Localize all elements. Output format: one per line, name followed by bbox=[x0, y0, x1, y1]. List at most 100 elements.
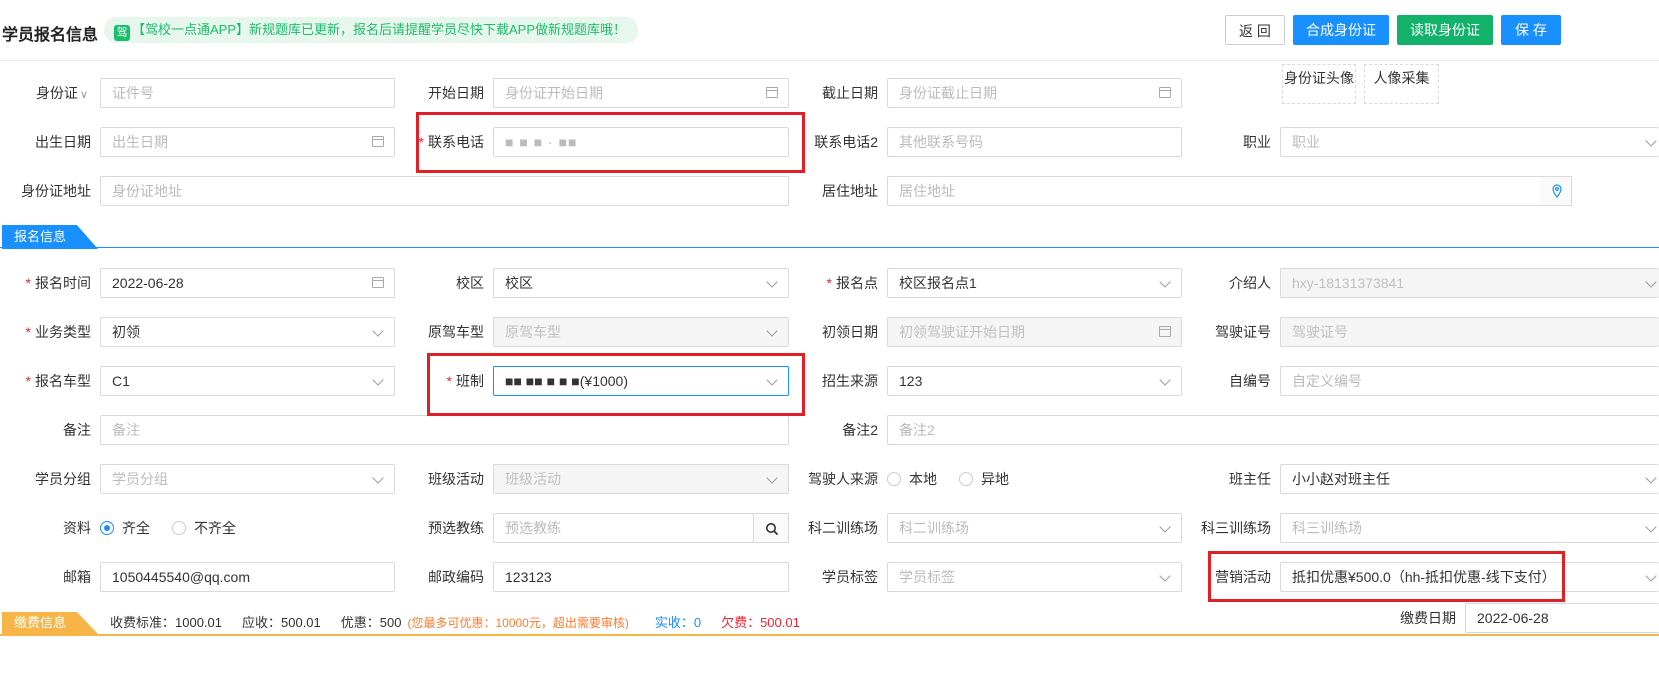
first-date-input: 初领驾驶证开始日期 bbox=[887, 317, 1182, 347]
job-select[interactable]: 职业 bbox=[1280, 127, 1659, 157]
coach-search-button[interactable] bbox=[753, 513, 789, 543]
residence-input[interactable]: 居住地址 bbox=[887, 176, 1541, 206]
save-button[interactable]: 保 存 bbox=[1501, 15, 1561, 45]
source-select[interactable]: 123 bbox=[887, 366, 1182, 396]
chevron-down-icon bbox=[372, 325, 384, 337]
custom-no-label: 自编号 bbox=[1229, 373, 1271, 389]
reg-point-label: * 报名点 bbox=[826, 275, 878, 291]
remark2-input[interactable]: 备注2 bbox=[887, 415, 1659, 445]
residence-label: 居住地址 bbox=[822, 183, 878, 199]
chevron-down-icon bbox=[766, 472, 778, 484]
calendar-icon bbox=[372, 277, 384, 288]
discount-note: (您最多可优惠：10000元，超出需要审核) bbox=[407, 616, 629, 630]
head-teacher-select[interactable]: 小小赵对班主任 bbox=[1280, 464, 1659, 494]
email-input[interactable]: 1050445540@qq.com bbox=[100, 562, 395, 592]
postcode-label: 邮政编码 bbox=[428, 569, 484, 585]
id-end-date-input[interactable]: 身份证截止日期 bbox=[887, 78, 1182, 108]
chevron-down-icon bbox=[1645, 135, 1657, 147]
postcode-input[interactable]: 123123 bbox=[493, 562, 789, 592]
group-select[interactable]: 学员分组 bbox=[100, 464, 395, 494]
remark-label: 备注 bbox=[63, 422, 91, 438]
birth-date-input[interactable]: 出生日期 bbox=[100, 127, 395, 157]
referrer-select: hxy-18131373841 bbox=[1280, 268, 1659, 298]
reg-time-input[interactable]: 2022-06-28 bbox=[100, 268, 395, 298]
compose-id-button[interactable]: 合成身份证 bbox=[1293, 15, 1389, 45]
radio-other-label: 异地 bbox=[981, 471, 1009, 487]
calendar-icon bbox=[372, 136, 384, 147]
start-date-label: 开始日期 bbox=[428, 85, 484, 101]
remark2-label: 备注2 bbox=[842, 422, 878, 438]
chevron-down-icon bbox=[372, 472, 384, 484]
section-underline bbox=[0, 247, 1659, 248]
campus-label: 校区 bbox=[456, 275, 484, 291]
class-select[interactable]: ■■ ■■ ■ ■ ■(¥1000) bbox=[493, 366, 789, 396]
referrer-label: 介绍人 bbox=[1229, 275, 1271, 291]
chevron-down-icon bbox=[1645, 570, 1657, 582]
page-title: 学员报名信息 bbox=[2, 27, 99, 44]
reg-time-label: * 报名时间 bbox=[25, 275, 91, 291]
pay-date-input[interactable]: 2022-06-28 bbox=[1465, 603, 1659, 633]
id-photo-upload[interactable]: 身份证头像 bbox=[1282, 64, 1356, 104]
payment-section-tab: 缴费信息 bbox=[2, 612, 98, 634]
calendar-icon bbox=[766, 87, 778, 98]
car-type-label: * 报名车型 bbox=[25, 373, 91, 389]
calendar-icon bbox=[1159, 87, 1171, 98]
k3-select[interactable]: 科三训练场 bbox=[1280, 513, 1659, 543]
id-number-input[interactable]: 证件号 bbox=[100, 78, 395, 108]
pay-date-label: 缴费日期 bbox=[1400, 610, 1456, 626]
location-pin-icon bbox=[1552, 184, 1562, 198]
chevron-down-icon bbox=[1645, 521, 1657, 533]
radio-material-full-label: 齐全 bbox=[122, 520, 150, 536]
campus-select[interactable]: 校区 bbox=[493, 268, 789, 298]
tag-select[interactable]: 学员标签 bbox=[887, 562, 1182, 592]
radio-local[interactable] bbox=[887, 472, 901, 486]
address-label: 身份证地址 bbox=[21, 183, 91, 199]
birth-label: 出生日期 bbox=[35, 134, 91, 150]
remark-input[interactable]: 备注 bbox=[100, 415, 789, 445]
phone2-input[interactable]: 其他联系号码 bbox=[887, 127, 1182, 157]
search-icon bbox=[766, 523, 779, 536]
reg-point-select[interactable]: 校区报名点1 bbox=[887, 268, 1182, 298]
radio-local-label: 本地 bbox=[909, 471, 937, 487]
id-type-select[interactable]: 身份证 ∨ bbox=[0, 78, 88, 108]
id-start-date-input[interactable]: 身份证开始日期 bbox=[493, 78, 789, 108]
radio-material-partial-label: 不齐全 bbox=[194, 520, 236, 536]
coach-input[interactable]: 预选教练 bbox=[493, 513, 754, 543]
k2-select[interactable]: 科二训练场 bbox=[887, 513, 1182, 543]
phone-label: * 联系电话 bbox=[418, 134, 484, 150]
app-logo-icon: 驾 bbox=[114, 25, 130, 41]
biz-type-label: * 业务类型 bbox=[25, 324, 91, 340]
source-label: 招生来源 bbox=[822, 373, 878, 389]
phone-input[interactable]: ■ ■ ■ · ■■ bbox=[493, 127, 789, 157]
coach-label: 预选教练 bbox=[428, 520, 484, 536]
marketing-label: 营销活动 bbox=[1215, 569, 1271, 585]
material-radio-group: 齐全 不齐全 bbox=[100, 513, 258, 543]
biz-type-select[interactable]: 初领 bbox=[100, 317, 395, 347]
read-id-button[interactable]: 读取身份证 bbox=[1397, 15, 1493, 45]
chevron-down-icon bbox=[766, 374, 778, 386]
payment-summary: 收费标准：1000.01 应收：500.01 优惠：500 (您最多可优惠：10000… bbox=[110, 612, 800, 634]
registration-section-tab: 报名信息 bbox=[2, 225, 98, 249]
group-label: 学员分组 bbox=[35, 471, 91, 487]
calendar-icon bbox=[1159, 326, 1171, 337]
chevron-down-icon bbox=[766, 276, 778, 288]
car-type-select[interactable]: C1 bbox=[100, 366, 395, 396]
notice-banner: 驾【驾校一点通APP】新规题库已更新，报名后请提醒学员尽快下载APP做新规题库哦… bbox=[104, 17, 639, 43]
class-label: * 班制 bbox=[446, 373, 484, 389]
back-button[interactable]: 返 回 bbox=[1225, 15, 1285, 45]
radio-material-partial[interactable] bbox=[172, 521, 186, 535]
head-teacher-label: 班主任 bbox=[1229, 471, 1271, 487]
chevron-down-icon bbox=[1645, 276, 1657, 288]
marketing-select[interactable]: 抵扣优惠¥500.0（hh-抵扣优惠-线下支付） bbox=[1280, 562, 1659, 592]
radio-other[interactable] bbox=[959, 472, 973, 486]
header-divider bbox=[0, 60, 1659, 61]
custom-no-input[interactable]: 自定义编号 bbox=[1280, 366, 1659, 396]
id-address-input[interactable]: 身份证地址 bbox=[100, 176, 789, 206]
job-label: 职业 bbox=[1243, 134, 1271, 150]
portrait-capture[interactable]: 人像采集 bbox=[1364, 64, 1439, 104]
location-button[interactable] bbox=[1540, 176, 1572, 206]
fee-standard: 收费标准：1000.01 bbox=[110, 615, 222, 630]
radio-material-full[interactable] bbox=[100, 521, 114, 535]
k3-label: 科三训练场 bbox=[1201, 520, 1271, 536]
orig-car-select: 原驾车型 bbox=[493, 317, 789, 347]
